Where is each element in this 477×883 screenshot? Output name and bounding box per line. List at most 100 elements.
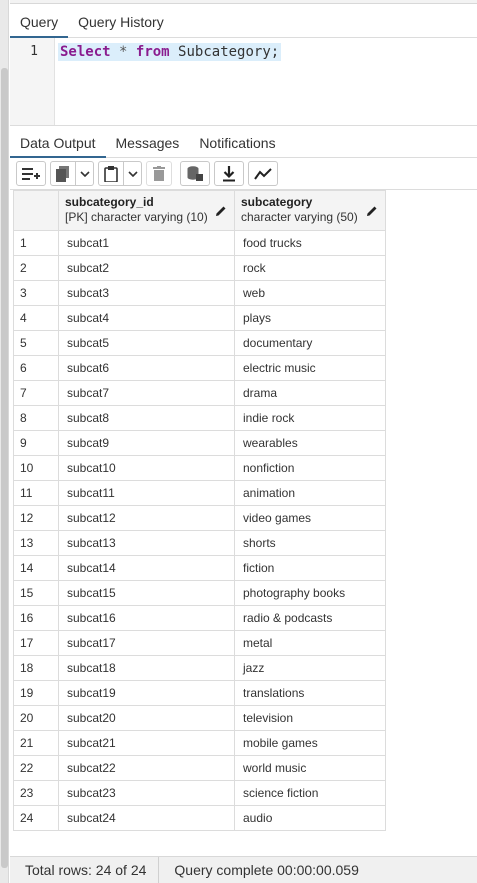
row-number-cell[interactable]: 3: [13, 280, 59, 306]
subcategory-cell[interactable]: drama: [234, 380, 386, 406]
row-number-cell[interactable]: 8: [13, 405, 59, 431]
subcategory-id-cell[interactable]: subcat5: [58, 330, 235, 356]
table-row[interactable]: 9 subcat9 wearables: [13, 430, 386, 456]
copy-options-button[interactable]: [76, 161, 94, 186]
row-number-cell[interactable]: 19: [13, 680, 59, 706]
subcategory-id-cell[interactable]: subcat6: [58, 355, 235, 381]
subcategory-cell[interactable]: metal: [234, 630, 386, 656]
row-number-cell[interactable]: 15: [13, 580, 59, 606]
scrollbar-thumb[interactable]: [1, 68, 8, 868]
subcategory-id-cell[interactable]: subcat2: [58, 255, 235, 281]
subcategory-cell[interactable]: science fiction: [234, 780, 386, 806]
row-number-cell[interactable]: 5: [13, 330, 59, 356]
paste-button[interactable]: [98, 161, 124, 186]
table-row[interactable]: 12 subcat12 video games: [13, 505, 386, 531]
table-row[interactable]: 20 subcat20 television: [13, 705, 386, 731]
subcategory-id-cell[interactable]: subcat8: [58, 405, 235, 431]
tab-data-output[interactable]: Data Output: [10, 129, 106, 158]
table-row[interactable]: 19 subcat19 translations: [13, 680, 386, 706]
subcategory-id-cell[interactable]: subcat3: [58, 280, 235, 306]
table-row[interactable]: 16 subcat16 radio & podcasts: [13, 605, 386, 631]
subcategory-id-cell[interactable]: subcat21: [58, 730, 235, 756]
table-row[interactable]: 23 subcat23 science fiction: [13, 780, 386, 806]
row-number-cell[interactable]: 24: [13, 805, 59, 831]
add-row-button[interactable]: [16, 161, 46, 186]
save-data-button[interactable]: [180, 161, 210, 186]
table-row[interactable]: 5 subcat5 documentary: [13, 330, 386, 356]
row-number-cell[interactable]: 14: [13, 555, 59, 581]
table-row[interactable]: 7 subcat7 drama: [13, 380, 386, 406]
subcategory-id-cell[interactable]: subcat13: [58, 530, 235, 556]
subcategory-id-cell[interactable]: subcat11: [58, 480, 235, 506]
subcategory-id-cell[interactable]: subcat17: [58, 630, 235, 656]
tab-query[interactable]: Query: [10, 7, 69, 38]
row-number-cell[interactable]: 20: [13, 705, 59, 731]
tab-messages[interactable]: Messages: [106, 129, 190, 157]
subcategory-id-cell[interactable]: subcat19: [58, 680, 235, 706]
subcategory-cell[interactable]: shorts: [234, 530, 386, 556]
subcategory-cell[interactable]: world music: [234, 755, 386, 781]
table-row[interactable]: 2 subcat2 rock: [13, 255, 386, 281]
subcategory-cell[interactable]: translations: [234, 680, 386, 706]
subcategory-cell[interactable]: documentary: [234, 330, 386, 356]
subcategory-cell[interactable]: nonfiction: [234, 455, 386, 481]
row-number-cell[interactable]: 1: [13, 230, 59, 256]
tab-notifications[interactable]: Notifications: [189, 129, 285, 157]
subcategory-cell[interactable]: plays: [234, 305, 386, 331]
table-row[interactable]: 13 subcat13 shorts: [13, 530, 386, 556]
subcategory-id-cell[interactable]: subcat1: [58, 230, 235, 256]
subcategory-cell[interactable]: video games: [234, 505, 386, 531]
subcategory-id-cell[interactable]: subcat22: [58, 755, 235, 781]
subcategory-id-cell[interactable]: subcat10: [58, 455, 235, 481]
table-row[interactable]: 10 subcat10 nonfiction: [13, 455, 386, 481]
column-header-subcategory[interactable]: subcategory character varying (50): [234, 190, 386, 231]
pencil-icon[interactable]: [366, 205, 378, 217]
subcategory-cell[interactable]: radio & podcasts: [234, 605, 386, 631]
subcategory-id-cell[interactable]: subcat4: [58, 305, 235, 331]
subcategory-id-cell[interactable]: subcat14: [58, 555, 235, 581]
row-number-cell[interactable]: 23: [13, 780, 59, 806]
subcategory-id-cell[interactable]: subcat12: [58, 505, 235, 531]
row-number-cell[interactable]: 17: [13, 630, 59, 656]
row-number-cell[interactable]: 2: [13, 255, 59, 281]
row-number-cell[interactable]: 21: [13, 730, 59, 756]
row-number-cell[interactable]: 11: [13, 480, 59, 506]
table-row[interactable]: 22 subcat22 world music: [13, 755, 386, 781]
table-row[interactable]: 24 subcat24 audio: [13, 805, 386, 831]
sql-editor[interactable]: 1 Select * from Subcategory;: [10, 38, 477, 126]
subcategory-id-cell[interactable]: subcat23: [58, 780, 235, 806]
table-row[interactable]: 3 subcat3 web: [13, 280, 386, 306]
subcategory-cell[interactable]: web: [234, 280, 386, 306]
subcategory-id-cell[interactable]: subcat18: [58, 655, 235, 681]
column-header-subcategory-id[interactable]: subcategory_id [PK] character varying (1…: [58, 190, 235, 231]
subcategory-cell[interactable]: electric music: [234, 355, 386, 381]
paste-options-button[interactable]: [124, 161, 142, 186]
table-row[interactable]: 17 subcat17 metal: [13, 630, 386, 656]
subcategory-cell[interactable]: food trucks: [234, 230, 386, 256]
row-number-cell[interactable]: 6: [13, 355, 59, 381]
row-number-cell[interactable]: 12: [13, 505, 59, 531]
copy-button[interactable]: [50, 161, 76, 186]
subcategory-cell[interactable]: photography books: [234, 580, 386, 606]
subcategory-cell[interactable]: rock: [234, 255, 386, 281]
subcategory-id-cell[interactable]: subcat15: [58, 580, 235, 606]
row-number-cell[interactable]: 22: [13, 755, 59, 781]
table-row[interactable]: 8 subcat8 indie rock: [13, 405, 386, 431]
row-number-cell[interactable]: 10: [13, 455, 59, 481]
download-button[interactable]: [214, 161, 244, 186]
graph-visualiser-button[interactable]: [248, 161, 278, 186]
subcategory-cell[interactable]: animation: [234, 480, 386, 506]
subcategory-id-cell[interactable]: subcat9: [58, 430, 235, 456]
subcategory-cell[interactable]: mobile games: [234, 730, 386, 756]
table-row[interactable]: 21 subcat21 mobile games: [13, 730, 386, 756]
subcategory-id-cell[interactable]: subcat16: [58, 605, 235, 631]
subcategory-cell[interactable]: fiction: [234, 555, 386, 581]
row-number-cell[interactable]: 13: [13, 530, 59, 556]
subcategory-cell[interactable]: indie rock: [234, 405, 386, 431]
tab-query-history[interactable]: Query History: [68, 7, 174, 37]
row-number-header[interactable]: [13, 190, 59, 231]
table-row[interactable]: 14 subcat14 fiction: [13, 555, 386, 581]
table-row[interactable]: 6 subcat6 electric music: [13, 355, 386, 381]
table-row[interactable]: 11 subcat11 animation: [13, 480, 386, 506]
row-number-cell[interactable]: 16: [13, 605, 59, 631]
